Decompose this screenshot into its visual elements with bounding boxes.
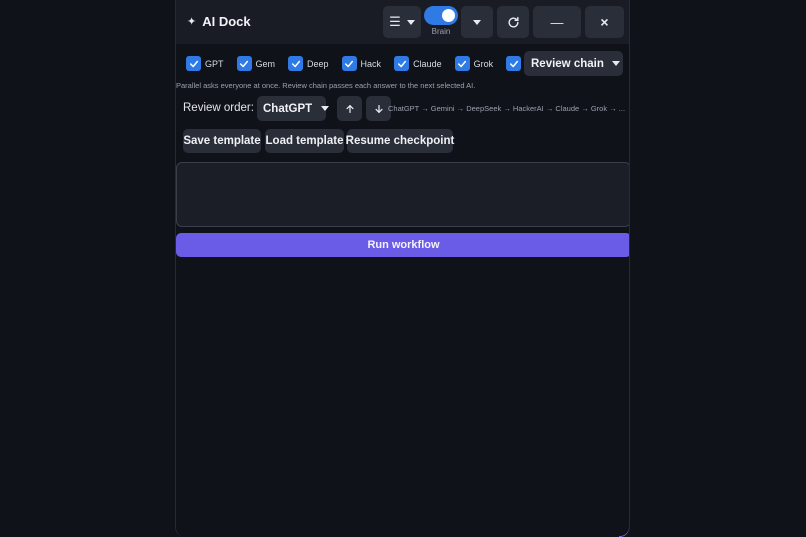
arrow-up-icon xyxy=(345,104,354,113)
resume-checkpoint-button[interactable]: Resume checkpoint xyxy=(346,129,454,153)
chevron-down-icon xyxy=(611,61,620,66)
model-checkbox-gem[interactable]: Gem xyxy=(236,56,276,71)
minimize-button[interactable]: — xyxy=(533,6,581,38)
review-order-select[interactable]: ChatGPT xyxy=(257,96,330,121)
chevron-down-icon xyxy=(321,106,330,111)
arrow-down-icon xyxy=(374,104,383,113)
app-title-text: AI Dock xyxy=(202,14,251,29)
checkmark-icon xyxy=(509,60,518,67)
brain-toggle-group: Brain xyxy=(424,6,458,36)
model-checkbox-gpt[interactable]: GPT xyxy=(186,56,224,71)
brain-toggle[interactable] xyxy=(424,6,458,25)
mode-hint: Parallel asks everyone at once. Review c… xyxy=(176,81,476,90)
run-workflow-button[interactable]: Run workflow xyxy=(176,233,629,257)
titlebar: ✦ AI Dock ☰ Brain — × xyxy=(176,0,629,44)
model-checkbox-claude[interactable]: Claude xyxy=(394,56,442,71)
review-order-row: Review order: ChatGPT ChatGPT → Gemini →… xyxy=(183,96,628,121)
checkbox-icon[interactable] xyxy=(506,56,522,71)
model-label: Hack xyxy=(360,58,382,69)
model-label: Claude xyxy=(413,58,442,69)
checkbox-icon[interactable] xyxy=(394,56,410,71)
hamburger-icon: ☰ xyxy=(389,14,401,29)
ai-dock-panel: ✦ AI Dock ☰ Brain — × GPT Gem Deep Hack … xyxy=(175,0,630,537)
refresh-icon xyxy=(507,16,519,28)
close-icon: × xyxy=(600,14,609,30)
checkbox-icon[interactable] xyxy=(341,56,357,71)
model-label: GPT xyxy=(205,58,224,69)
close-button[interactable]: × xyxy=(585,6,624,38)
app-title: ✦ AI Dock xyxy=(187,14,251,29)
model-label: Grok xyxy=(473,58,494,69)
chevron-down-icon xyxy=(406,19,415,25)
review-order-label: Review order: xyxy=(183,102,254,114)
model-label: Gem xyxy=(255,58,276,69)
model-label: Deep xyxy=(307,58,329,69)
brain-label: Brain xyxy=(431,27,451,36)
checkbox-icon[interactable] xyxy=(236,56,252,71)
toggle-knob xyxy=(442,9,455,22)
review-order-value: ChatGPT xyxy=(263,102,313,115)
minimize-icon: — xyxy=(550,14,564,30)
checkbox-icon[interactable] xyxy=(454,56,470,71)
refresh-button[interactable] xyxy=(497,6,529,38)
move-up-button[interactable] xyxy=(337,96,362,121)
sparkle-icon: ✦ xyxy=(187,16,197,28)
checkmark-icon xyxy=(239,60,249,67)
review-chain-preview: ChatGPT → Gemini → DeepSeek → HackerAI →… xyxy=(388,104,626,113)
load-template-button[interactable]: Load template xyxy=(265,129,344,153)
dropdown-button[interactable] xyxy=(461,6,493,38)
checkmark-icon xyxy=(291,60,300,67)
save-template-button[interactable]: Save template xyxy=(183,129,261,153)
menu-button[interactable]: ☰ xyxy=(383,6,421,38)
model-checkbox-deep[interactable]: Deep xyxy=(288,56,329,71)
mode-select[interactable]: Review chain xyxy=(524,51,623,76)
checkbox-icon[interactable] xyxy=(186,56,201,71)
model-checkbox-hack[interactable]: Hack xyxy=(341,56,382,71)
model-checkbox-grok[interactable]: Grok xyxy=(454,56,494,71)
mode-select-value: Review chain xyxy=(531,57,604,70)
checkmark-icon xyxy=(189,60,198,67)
checkmark-icon xyxy=(458,60,467,67)
checkmark-icon xyxy=(397,60,406,67)
checkmark-icon xyxy=(344,60,354,67)
prompt-input[interactable] xyxy=(176,162,629,227)
checkbox-icon[interactable] xyxy=(288,56,304,71)
chevron-down-icon xyxy=(473,19,481,25)
